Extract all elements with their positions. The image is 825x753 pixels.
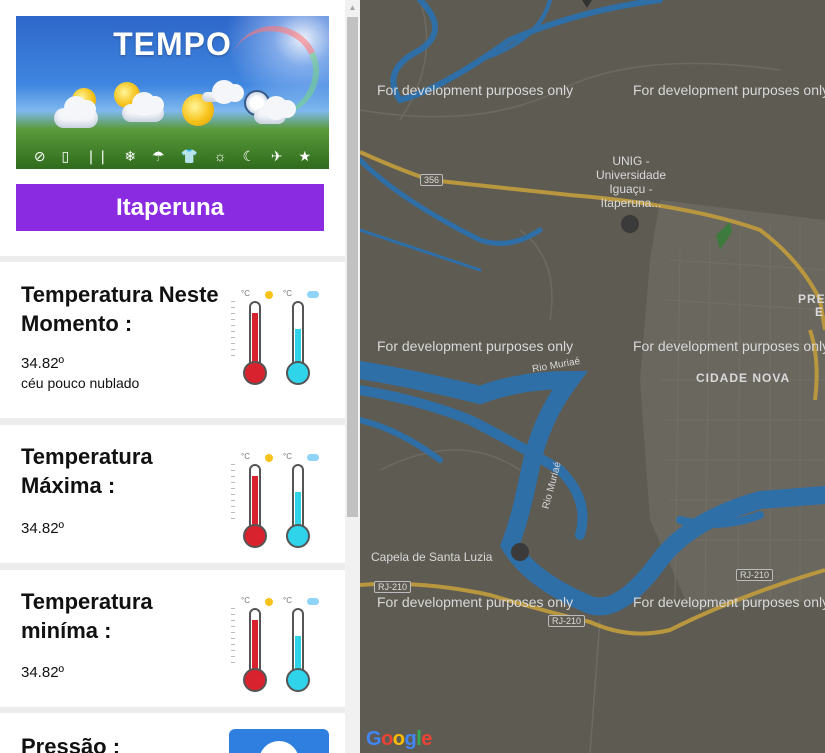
max-temperature-value: 34.82º [21, 520, 65, 537]
scrollbar-thumb[interactable] [347, 17, 358, 517]
banner-icon-bar: ⊘ ▯ ❘❘ ❄ ☂ 👕 ☼ ☾ ✈ ★ [16, 143, 329, 169]
cloud-icon [229, 729, 329, 753]
road-shield: RJ-210 [548, 615, 586, 627]
sun-icon: ☼ [213, 148, 227, 164]
battery-icon: ▯ [61, 148, 70, 164]
partly-cloudy-icon [50, 88, 100, 132]
map[interactable]: For development purposes only For develo… [360, 0, 825, 753]
weather-icons-row [50, 80, 300, 142]
weather-banner: TEMPO ⊘ ▯ ❘❘ ❄ ☂ 👕 ☼ ☾ ✈ ★ [16, 16, 329, 169]
sun-cloud-icon [112, 82, 164, 126]
max-temperature-card: Temperatura Máxima : 34.82º °C °C [0, 425, 345, 563]
current-temperature-description: céu pouco nublado [21, 375, 140, 391]
road-shield: RJ-210 [736, 569, 774, 581]
raindrops-icon: ❘❘ [85, 148, 109, 164]
thermometer-icon: °C °C [229, 450, 328, 562]
min-temperature-value: 34.82º [21, 664, 65, 681]
sun-outline-cloud-icon [240, 86, 296, 130]
current-temperature-value: 34.82º [21, 355, 65, 372]
satellite-icon: ✈ [270, 148, 283, 164]
umbrella-icon: ☂ [152, 148, 165, 164]
dev-watermark: For development purposes only [377, 594, 574, 610]
max-temperature-title: Temperatura Máxima : [21, 444, 153, 498]
pressure-title: Pressão : [21, 734, 121, 753]
dev-watermark: For development purposes only [633, 82, 825, 98]
area-label: PRE [798, 292, 825, 306]
dev-watermark: For development purposes only [633, 338, 825, 354]
capela-label[interactable]: Capela de Santa Luzia [371, 550, 492, 564]
moon-icon: ☾ [242, 148, 255, 164]
google-logo[interactable]: Google [366, 728, 432, 751]
dev-watermark: For development purposes only [377, 82, 574, 98]
no-location-icon: ⊘ [33, 148, 46, 164]
city-button[interactable]: Itaperuna [16, 184, 324, 231]
scroll-up-arrow-icon[interactable]: ▲ [345, 0, 360, 15]
sidebar: TEMPO ⊘ ▯ ❘❘ ❄ ☂ 👕 ☼ ☾ ✈ ★ Itaperuna Tem… [0, 0, 345, 753]
dev-watermark: For development purposes only [377, 338, 574, 354]
current-temperature-card: Temperatura Neste Momento : 34.82º céu p… [0, 262, 345, 418]
thermometer-icon: °C °C [229, 594, 328, 706]
sunny-cloud-icon [182, 80, 244, 130]
min-temperature-card: Temperatura miníma : 34.82º °C °C [0, 570, 345, 707]
min-temperature-title: Temperatura miníma : [21, 589, 153, 643]
road-shield: 356 [420, 174, 444, 186]
dev-watermark: For development purposes only [633, 594, 825, 610]
current-temperature-title: Temperatura Neste Momento : [21, 282, 219, 336]
road-shield: RJ-210 [374, 581, 412, 593]
unig-label[interactable]: UNIG - Universidade Iguaçu - Itaperuna..… [586, 154, 676, 210]
banner-title: TEMPO [113, 26, 232, 62]
sidebar-scrollbar[interactable]: ▲ [345, 0, 360, 753]
banner-card: TEMPO ⊘ ▯ ❘❘ ❄ ☂ 👕 ☼ ☾ ✈ ★ Itaperuna [0, 0, 345, 256]
snowflake-icon: ❄ [124, 148, 137, 164]
thermometer-icon: °C °C [229, 287, 328, 399]
cidade-nova-label: CIDADE NOVA [696, 371, 791, 385]
area-label: E [815, 305, 825, 319]
shirt-icon: 👕 [180, 148, 198, 164]
star-icon: ★ [298, 148, 312, 164]
